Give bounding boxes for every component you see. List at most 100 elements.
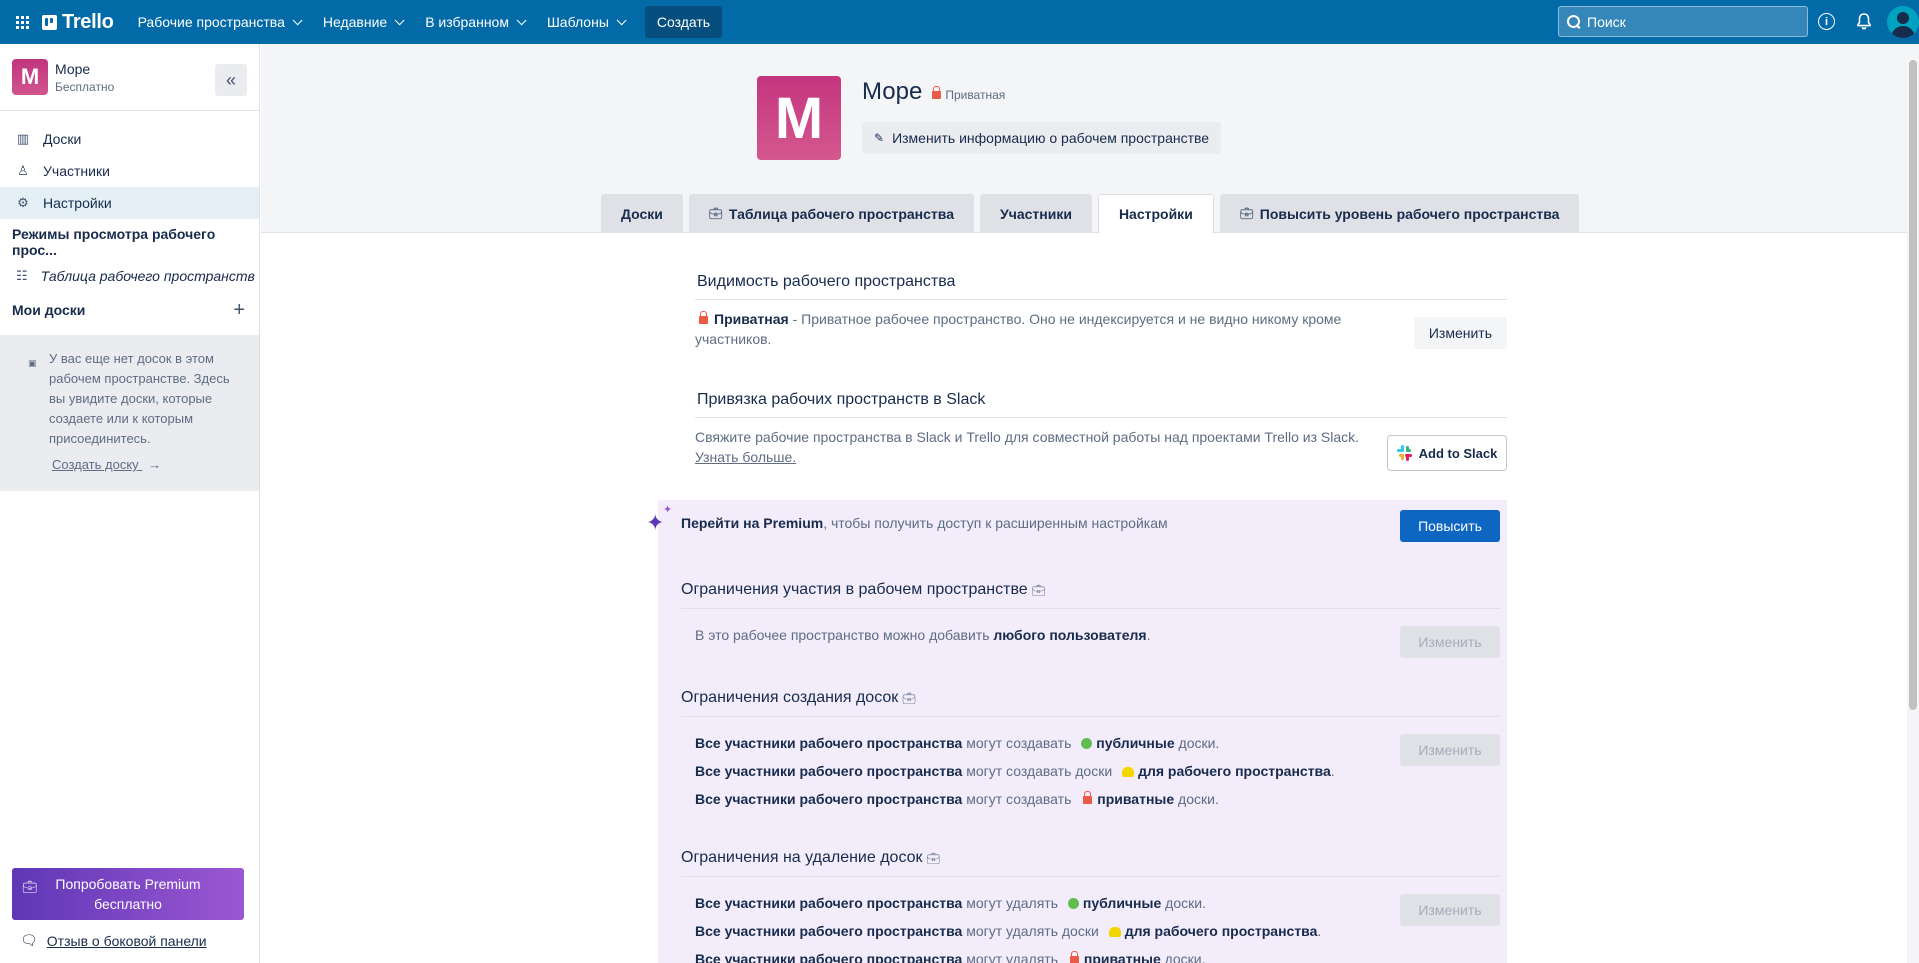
briefcase-icon: 💼︎ bbox=[708, 208, 723, 220]
person-icon: ♙ bbox=[17, 163, 29, 178]
deletion-rule-private: Все участники рабочего пространства могу… bbox=[695, 951, 1206, 963]
visibility-text: Приватная - Приватное рабочее пространст… bbox=[695, 311, 1342, 347]
lock-icon bbox=[699, 311, 708, 324]
group-icon bbox=[1108, 927, 1121, 937]
sidebar-item-workspace-table[interactable]: ☷ Таблица рабочего пространств bbox=[0, 259, 259, 293]
change-membership-button[interactable]: Изменить bbox=[1400, 626, 1500, 658]
nav-starred[interactable]: В избранном bbox=[415, 6, 533, 38]
create-board-link[interactable]: Создать доску → bbox=[52, 455, 161, 475]
group-icon bbox=[1122, 767, 1135, 777]
scrollbar-thumb[interactable] bbox=[1909, 60, 1917, 710]
trello-logo[interactable]: Trello bbox=[42, 11, 114, 34]
add-to-slack-button[interactable]: Add to Slack bbox=[1387, 435, 1507, 471]
lock-icon bbox=[1069, 951, 1079, 963]
workspace-plan: Бесплатно bbox=[55, 79, 115, 94]
chevron-down-icon bbox=[292, 14, 303, 25]
board-small-icon: ▣ bbox=[28, 358, 37, 368]
nav-workspaces[interactable]: Рабочие пространства bbox=[128, 6, 309, 38]
nav-recent[interactable]: Недавние bbox=[313, 6, 411, 38]
visibility-section: Видимость рабочего пространства Приватна… bbox=[695, 273, 1507, 349]
main-content: M Море Приватная ✎ Изменить информацию о… bbox=[261, 44, 1919, 963]
sidebar: M Море Бесплатно « ▥ Доски ♙ Участники ⚙… bbox=[0, 44, 260, 963]
membership-restrictions-section: Ограничения участия в рабочем пространст… bbox=[681, 581, 1500, 658]
double-chevron-left-icon: « bbox=[225, 69, 236, 90]
briefcase-icon: 💼︎ bbox=[1239, 208, 1254, 220]
search-box[interactable] bbox=[1558, 6, 1808, 37]
tab-members[interactable]: Участники bbox=[979, 194, 1092, 233]
add-board-plus-icon[interactable]: + bbox=[233, 299, 245, 322]
workspace-title: Море Приватная bbox=[862, 78, 1005, 106]
membership-restrictions-title: Ограничения участия в рабочем пространст… bbox=[681, 581, 1500, 609]
workspace-title-name: Море bbox=[862, 78, 923, 105]
briefcase-icon: 💼︎ bbox=[22, 880, 38, 894]
sidebar-item-settings[interactable]: ⚙ Настройки bbox=[0, 187, 259, 219]
learn-more-link[interactable]: Узнать больше. bbox=[695, 449, 796, 465]
sidebar-feedback-link[interactable]: 🗨︎ Отзыв о боковой панели bbox=[20, 932, 207, 949]
search-input[interactable] bbox=[1587, 13, 1797, 30]
edit-workspace-info-button[interactable]: ✎ Изменить информацию о рабочем простран… bbox=[862, 122, 1222, 154]
creation-rule-public: Все участники рабочего пространства могу… bbox=[695, 735, 1220, 751]
workspace-tabs: Доски 💼︎ Таблица рабочего пространства Уч… bbox=[601, 194, 1585, 234]
notifications-bell-icon[interactable] bbox=[1854, 11, 1874, 31]
tab-upgrade[interactable]: 💼︎ Повысить уровень рабочего пространства bbox=[1219, 194, 1580, 233]
search-icon bbox=[1567, 14, 1581, 29]
premium-promo-text: Перейти на Premium, чтобы получить досту… bbox=[681, 515, 1168, 531]
slack-logo-icon bbox=[1396, 445, 1413, 461]
workspace-avatar: M bbox=[12, 59, 48, 95]
visibility-title: Видимость рабочего пространства bbox=[695, 273, 1507, 300]
board-creation-restrictions-section: Ограничения создания досок 💼︎ Все участни… bbox=[681, 689, 1500, 817]
sidebar-item-label: Доски bbox=[43, 131, 82, 147]
logo-text: Trello bbox=[62, 10, 114, 33]
app-switcher-icon[interactable] bbox=[8, 8, 36, 36]
workspace-logo: M bbox=[757, 76, 841, 160]
arrow-right-icon: → bbox=[148, 457, 162, 472]
sidebar-views-heading: Режимы просмотра рабочего прос... bbox=[12, 226, 216, 258]
briefcase-icon: 💼︎ bbox=[902, 692, 917, 705]
board-deletion-restrictions-title: Ограничения на удаление досок 💼︎ bbox=[681, 849, 1500, 877]
creation-rule-workspace: Все участники рабочего пространства могу… bbox=[695, 763, 1335, 779]
privacy-badge: Приватная bbox=[932, 86, 1005, 102]
sidebar-item-label: Настройки bbox=[43, 195, 112, 211]
try-premium-button[interactable]: 💼︎ Попробовать Premium бесплатно bbox=[12, 868, 244, 920]
info-icon[interactable]: i bbox=[1818, 13, 1835, 30]
deletion-rule-workspace: Все участники рабочего пространства могу… bbox=[695, 923, 1322, 939]
empty-boards-text: У вас еще нет досок в этом рабочем прост… bbox=[49, 351, 230, 446]
page-scrollbar[interactable] bbox=[1907, 44, 1919, 963]
briefcase-icon: 💼︎ bbox=[926, 852, 941, 865]
change-creation-button[interactable]: Изменить bbox=[1400, 734, 1500, 766]
lock-icon bbox=[932, 86, 942, 99]
briefcase-icon: 💼︎ bbox=[1031, 584, 1046, 597]
sidebar-item-label: Участники bbox=[43, 163, 110, 179]
globe-icon bbox=[1081, 738, 1093, 749]
sidebar-item-members[interactable]: ♙ Участники bbox=[0, 155, 259, 187]
tab-boards[interactable]: Доски bbox=[601, 194, 683, 233]
nav-templates[interactable]: Шаблоны bbox=[537, 6, 633, 38]
workspace-name: Море bbox=[55, 60, 91, 77]
chevron-down-icon bbox=[394, 14, 405, 25]
board-creation-restrictions-title: Ограничения создания досок 💼︎ bbox=[681, 689, 1500, 717]
collapse-sidebar-button[interactable]: « bbox=[215, 64, 247, 96]
change-deletion-button[interactable]: Изменить bbox=[1400, 894, 1500, 926]
slack-section: Привязка рабочих пространств в Slack Свя… bbox=[695, 391, 1507, 471]
membership-restrictions-text: В это рабочее пространство можно добавит… bbox=[695, 627, 1151, 643]
sidebar-workspace-header: M Море Бесплатно « bbox=[0, 44, 259, 111]
deletion-rule-public: Все участники рабочего пространства могу… bbox=[695, 895, 1206, 911]
change-visibility-button[interactable]: Изменить bbox=[1413, 317, 1507, 349]
sidebar-item-boards[interactable]: ▥ Доски bbox=[0, 123, 259, 155]
empty-boards-message: ▣ У вас еще нет досок в этом рабочем про… bbox=[0, 335, 259, 491]
comment-icon: 🗨︎ bbox=[20, 932, 38, 948]
tab-settings[interactable]: Настройки bbox=[1097, 194, 1214, 234]
board-deletion-restrictions-section: Ограничения на удаление досок 💼︎ Все учас… bbox=[681, 849, 1500, 963]
chevron-down-icon bbox=[516, 14, 527, 25]
trello-logo-icon bbox=[42, 14, 57, 30]
tab-workspace-table[interactable]: 💼︎ Таблица рабочего пространства bbox=[688, 194, 974, 233]
board-icon: ▥ bbox=[16, 131, 30, 146]
slack-text: Свяжите рабочие пространства в Slack и T… bbox=[695, 429, 1360, 465]
slack-title: Привязка рабочих пространств в Slack bbox=[695, 391, 1507, 418]
sidebar-item-label: Таблица рабочего пространств bbox=[40, 268, 255, 284]
user-avatar[interactable] bbox=[1887, 6, 1919, 38]
sparkle-small-icon: ✦ bbox=[663, 504, 673, 516]
sparkle-icon: ✦ bbox=[646, 510, 665, 535]
create-button[interactable]: Создать bbox=[644, 6, 723, 38]
upgrade-button[interactable]: Повысить bbox=[1400, 510, 1500, 542]
